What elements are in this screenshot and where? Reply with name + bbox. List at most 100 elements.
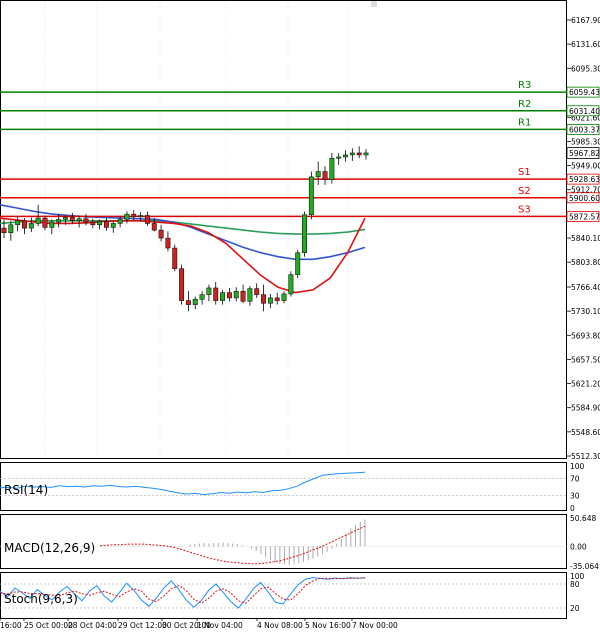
candle-body: [281, 293, 287, 301]
candle-body: [274, 297, 280, 301]
time-tick-label: 29 Oct 12:00: [118, 621, 167, 630]
candle-body: [356, 152, 362, 156]
candle-body: [295, 252, 301, 275]
macd-tick-label: 50.648: [570, 514, 596, 523]
candle-body: [22, 220, 27, 229]
price-axis: 6167.906131.606095.306021.605985.305949.…: [571, 16, 600, 461]
level-price-label: 5900.60: [569, 194, 600, 203]
price-tick-label: 5766.40: [571, 283, 600, 292]
candle-body: [261, 294, 266, 304]
price-tick-label: 5730.10: [571, 307, 600, 316]
price-tick-label: 5621.20: [571, 380, 600, 389]
candle-body: [220, 292, 226, 301]
candle-body: [110, 223, 116, 228]
current-price-label: 5967.82: [569, 149, 600, 158]
price-tick-label: 5803.80: [571, 258, 600, 267]
candle-body: [104, 221, 109, 228]
candle-body: [165, 237, 171, 249]
level-price-label: 5872.57: [569, 212, 600, 221]
time-axis: 16:00 25 Oct 00:0028 Oct 04:00 29 Oct 12:0…: [0, 618, 398, 630]
level-name-s3: S3: [518, 204, 531, 215]
candle-body: [315, 171, 321, 178]
price-tick-label: 5693.80: [571, 331, 600, 340]
stoch-panel: [0, 572, 567, 619]
candle-body: [35, 217, 41, 224]
rsi-label: RSI(14): [4, 483, 48, 497]
price-tick-label: 5584.90: [571, 404, 600, 413]
scroll-icon-box: [371, 1, 377, 7]
candle-body: [308, 176, 314, 216]
time-tick-label: 1 Nov 04:00: [197, 621, 243, 630]
candle-body: [206, 287, 212, 295]
stoch-tick-label: 20: [570, 604, 580, 613]
time-tick-label: 7 Nov 00:00: [352, 621, 398, 630]
price-tick-label: 5985.30: [571, 137, 600, 146]
rsi-tick-label: 100: [570, 462, 585, 471]
price-tick-label: 6167.90: [571, 16, 600, 25]
candle-body: [56, 219, 62, 223]
candle-body: [15, 220, 21, 226]
candle-body: [226, 292, 232, 299]
price-tick-label: 6131.60: [571, 40, 600, 49]
macd-tick-label: -35.064: [570, 562, 599, 571]
candle-body: [42, 217, 48, 228]
current-price-marker: 5967.82: [566, 147, 600, 159]
candle-body: [240, 291, 246, 302]
level-name-s1: S1: [518, 167, 531, 178]
candle-body: [302, 214, 307, 253]
price-tick-label: 5949.00: [571, 162, 600, 171]
candle-body: [151, 223, 157, 231]
stoch-label: Stoch(9,6,3): [4, 592, 78, 606]
candle-body: [124, 213, 130, 220]
candle-body: [322, 171, 328, 180]
rsi-tick-label: 70: [570, 475, 580, 484]
candle-body: [267, 297, 273, 304]
candle-body: [247, 288, 253, 302]
candle-body: [179, 268, 185, 301]
candle-body: [329, 158, 335, 180]
candle-body: [8, 224, 14, 233]
candle-body: [233, 291, 239, 299]
price-tick-label: 5512.30: [571, 452, 600, 461]
price-tick-label: 6095.30: [571, 64, 600, 73]
candle-body: [213, 287, 219, 301]
time-tick-label: 25 Oct 00:00: [24, 621, 73, 630]
stoch-tick-label: 80: [570, 580, 580, 589]
candle-body: [49, 221, 55, 228]
price-tick-label: 5657.50: [571, 355, 600, 364]
price-tick-label: 5548.60: [571, 428, 600, 437]
candle-body: [83, 218, 89, 223]
candle-body: [343, 154, 348, 158]
candle-body: [76, 218, 82, 222]
candle-body: [69, 217, 75, 222]
macd-label: MACD(12,26,9): [4, 541, 95, 555]
candle-body: [97, 221, 103, 226]
price-tick-label: 5840.10: [571, 234, 600, 243]
time-tick-label: 5 Nov 16:00: [305, 621, 351, 630]
rsi-tick-label: 30: [570, 491, 580, 500]
candle-body: [199, 294, 205, 300]
level-price-label: 6031.40: [569, 107, 600, 116]
macd-tick-label: 0.00: [570, 542, 587, 551]
level-name-r1: R1: [518, 117, 531, 128]
rsi-tick-label: 0: [570, 504, 575, 513]
time-tick-label: 28 Oct 04:00: [68, 621, 117, 630]
candle-body: [63, 217, 68, 220]
price-panel: [0, 0, 567, 459]
candle-body: [138, 215, 144, 218]
time-tick-label: 4 Nov 08:00: [257, 621, 303, 630]
candle-body: [363, 152, 369, 156]
candle-body: [192, 299, 198, 305]
candle-body: [131, 213, 137, 218]
candle-body: [254, 288, 260, 295]
time-tick-label: 16:00: [0, 621, 22, 630]
level-name-r3: R3: [518, 80, 531, 91]
level-price-label: 6059.43: [569, 88, 600, 97]
candle-body: [90, 221, 96, 226]
level-price-label: 5928.63: [569, 175, 600, 184]
candle-body: [117, 219, 123, 224]
candle-body: [349, 152, 355, 156]
candle-body: [185, 300, 191, 305]
scroll-icon[interactable]: [371, 1, 377, 7]
trading-chart: 6167.906131.606095.306021.605985.305949.…: [0, 0, 600, 630]
